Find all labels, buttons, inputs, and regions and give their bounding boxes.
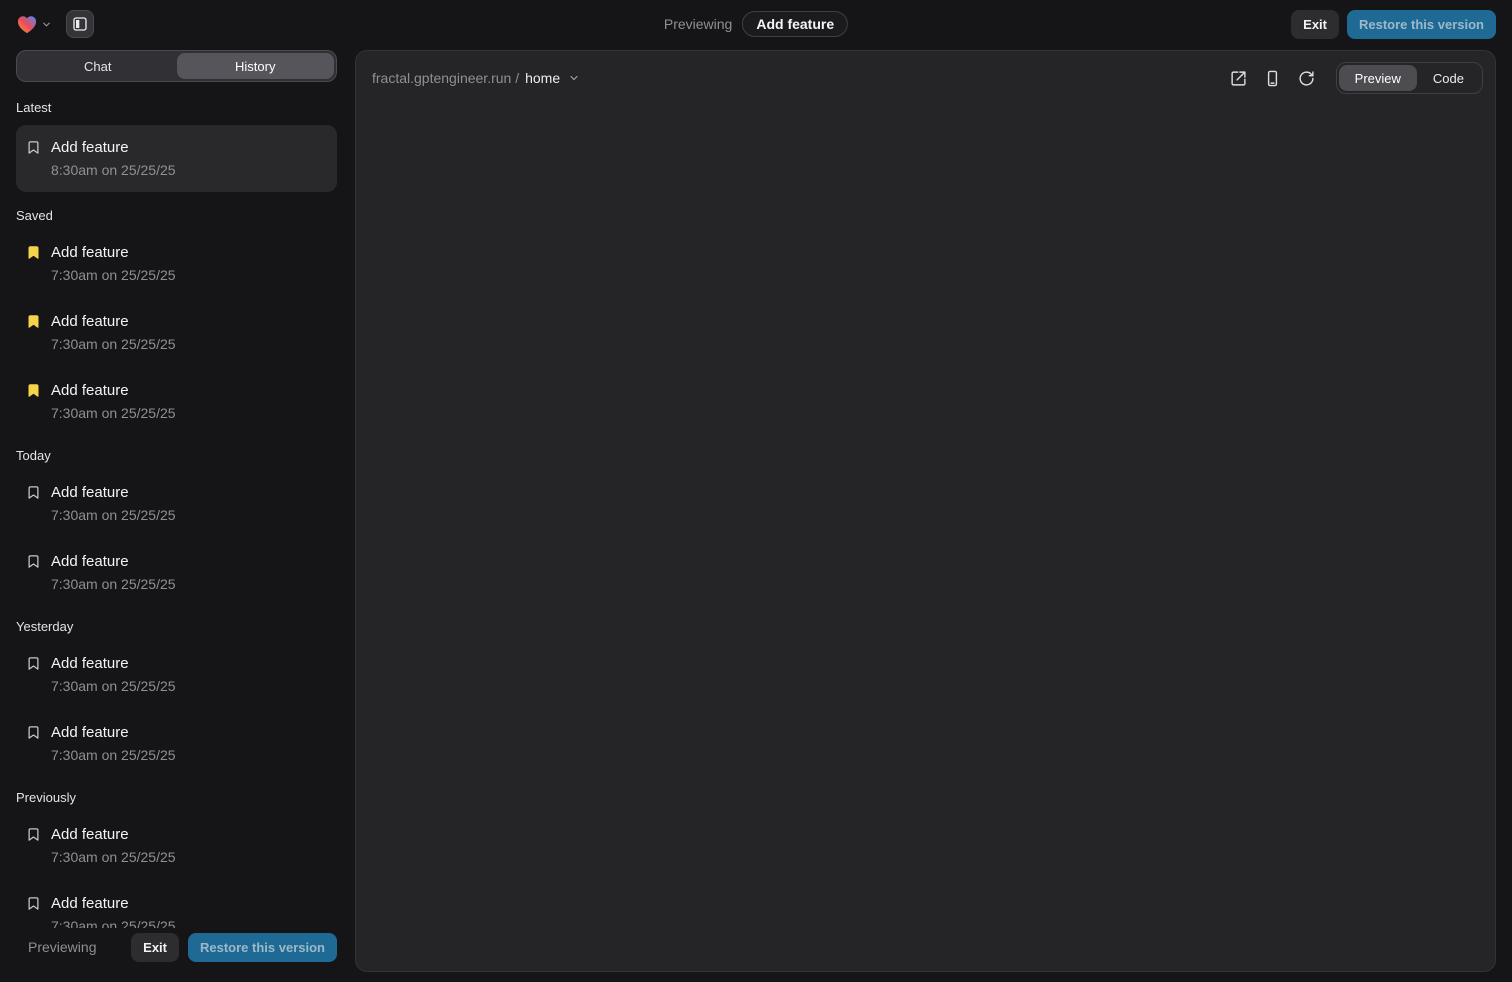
sidebar-toggle-button[interactable]	[66, 10, 94, 38]
history-item-title: Add feature	[51, 137, 176, 158]
toggle-code[interactable]: Code	[1417, 65, 1480, 91]
heart-logo-icon	[16, 14, 38, 34]
bookmark-icon	[26, 896, 41, 911]
history-item-timestamp: 7:30am on 25/25/25	[51, 334, 176, 354]
mobile-view-button[interactable]	[1258, 63, 1288, 93]
history-item-timestamp: 7:30am on 25/25/25	[51, 916, 176, 928]
tab-history[interactable]: History	[177, 53, 335, 79]
history-item-timestamp: 8:30am on 25/25/25	[51, 160, 176, 180]
history-item[interactable]: Add feature 7:30am on 25/25/25	[16, 233, 337, 294]
history-item-title: Add feature	[51, 893, 176, 914]
external-link-icon	[1230, 70, 1247, 87]
bookmark-icon	[26, 140, 41, 155]
history-item-timestamp: 7:30am on 25/25/25	[51, 574, 176, 594]
bookmark-icon	[26, 554, 41, 569]
bookmark-filled-icon	[26, 383, 41, 398]
workspace: ChatHistory Latest Add feature 8:30am on…	[0, 48, 1512, 972]
history-item-title: Add feature	[51, 311, 176, 332]
history-item-title: Add feature	[51, 482, 176, 503]
bookmark-icon	[26, 656, 41, 671]
history-item-timestamp: 7:30am on 25/25/25	[51, 265, 176, 285]
url-domain: fractal.gptengineer.run /	[372, 70, 519, 86]
history-item[interactable]: Add feature 7:30am on 25/25/25	[16, 713, 337, 774]
open-in-new-tab-button[interactable]	[1224, 63, 1254, 93]
refresh-button[interactable]	[1292, 63, 1322, 93]
history-item[interactable]: Add feature 7:30am on 25/25/25	[16, 815, 337, 876]
history-item-title: Add feature	[51, 380, 176, 401]
history-item[interactable]: Add feature 7:30am on 25/25/25	[16, 302, 337, 363]
history-item[interactable]: Add feature 7:30am on 25/25/25	[16, 644, 337, 705]
history-item-title: Add feature	[51, 824, 176, 845]
sidebar-footer: Previewing Exit Restore this version	[16, 928, 337, 972]
page-url-selector[interactable]: fractal.gptengineer.run / home	[372, 70, 580, 86]
smartphone-icon	[1264, 70, 1281, 87]
section-header-saved: Saved	[16, 208, 337, 223]
history-list: Latest Add feature 8:30am on 25/25/25 Sa…	[16, 82, 337, 928]
preview-content[interactable]	[356, 99, 1495, 971]
chevron-down-icon	[568, 72, 580, 84]
history-item[interactable]: Add feature 7:30am on 25/25/25	[16, 371, 337, 432]
section-header-yesterday: Yesterday	[16, 619, 337, 634]
footer-previewing-label: Previewing	[28, 939, 96, 955]
url-page-name: home	[525, 70, 560, 86]
history-item-title: Add feature	[51, 242, 176, 263]
top-bar: Previewing Add feature Exit Restore this…	[0, 0, 1512, 48]
history-item[interactable]: Add feature 7:30am on 25/25/25	[16, 473, 337, 534]
footer-exit-button[interactable]: Exit	[131, 933, 179, 962]
panel-left-icon	[72, 16, 88, 32]
section-header-latest: Latest	[16, 100, 337, 115]
preview-header: fractal.gptengineer.run / home	[356, 57, 1495, 99]
history-item-title: Add feature	[51, 653, 176, 674]
bookmark-filled-icon	[26, 314, 41, 329]
bookmark-icon	[26, 485, 41, 500]
restore-version-button[interactable]: Restore this version	[1347, 10, 1496, 39]
history-item-timestamp: 7:30am on 25/25/25	[51, 847, 176, 867]
bookmark-filled-icon	[26, 245, 41, 260]
history-item-title: Add feature	[51, 551, 176, 572]
bookmark-icon	[26, 725, 41, 740]
sidebar-tabs: ChatHistory	[16, 50, 337, 82]
bookmark-icon	[26, 827, 41, 842]
history-sidebar: ChatHistory Latest Add feature 8:30am on…	[16, 50, 337, 972]
exit-button[interactable]: Exit	[1291, 10, 1339, 39]
history-item-timestamp: 7:30am on 25/25/25	[51, 505, 176, 525]
refresh-icon	[1298, 70, 1315, 87]
history-item[interactable]: Add feature 8:30am on 25/25/25	[16, 125, 337, 192]
history-item[interactable]: Add feature 7:30am on 25/25/25	[16, 884, 337, 928]
version-name-badge: Add feature	[742, 11, 848, 37]
history-item[interactable]: Add feature 7:30am on 25/25/25	[16, 542, 337, 603]
tab-chat[interactable]: Chat	[19, 53, 177, 79]
toggle-preview[interactable]: Preview	[1339, 65, 1417, 91]
section-header-today: Today	[16, 448, 337, 463]
section-header-previously: Previously	[16, 790, 337, 805]
history-item-title: Add feature	[51, 722, 176, 743]
history-item-timestamp: 7:30am on 25/25/25	[51, 745, 176, 765]
preview-panel: fractal.gptengineer.run / home	[355, 50, 1496, 972]
app-logo-menu[interactable]	[16, 14, 52, 34]
history-item-timestamp: 7:30am on 25/25/25	[51, 403, 176, 423]
previewing-status-label: Previewing	[664, 16, 732, 32]
preview-code-toggle: PreviewCode	[1336, 62, 1483, 94]
chevron-down-icon	[41, 19, 52, 30]
history-item-timestamp: 7:30am on 25/25/25	[51, 676, 176, 696]
footer-restore-version-button[interactable]: Restore this version	[188, 933, 337, 962]
